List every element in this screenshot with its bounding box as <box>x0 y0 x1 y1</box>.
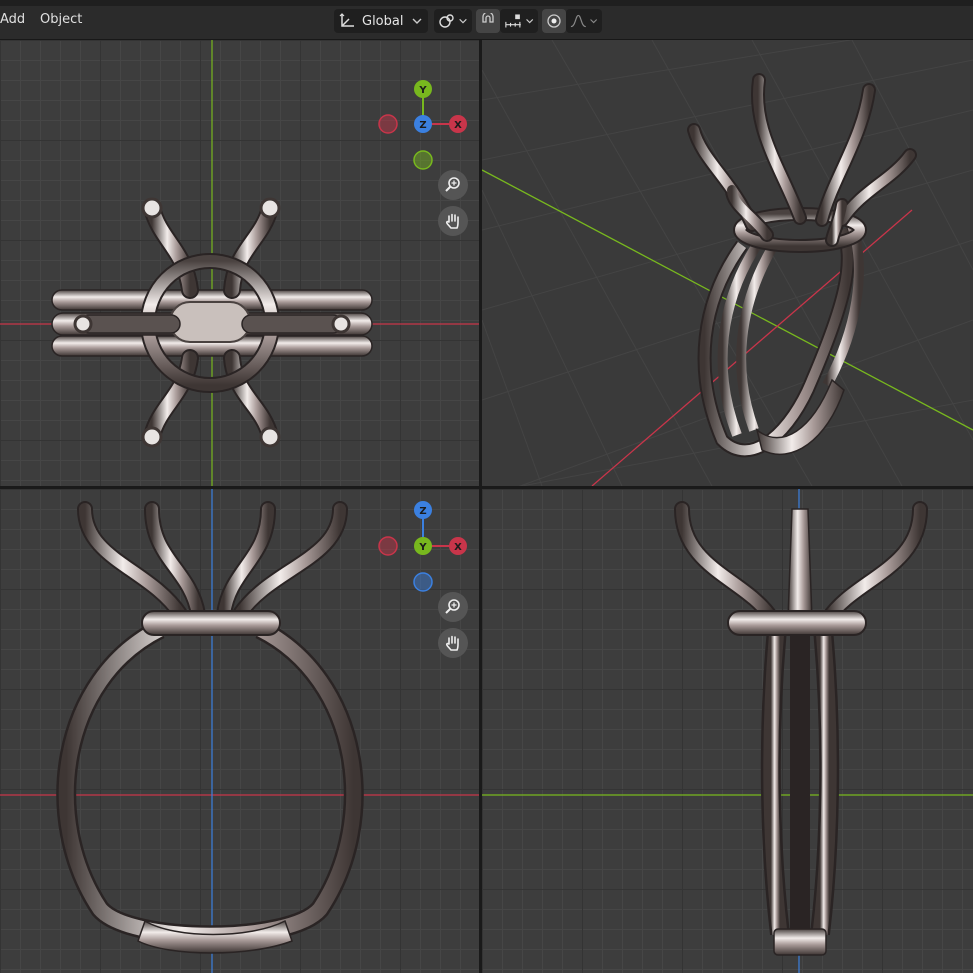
gizmo-label-center: Y <box>418 542 427 553</box>
ring-side-view <box>482 489 973 973</box>
gizmo-label-up: Y <box>418 85 427 96</box>
pan-button[interactable] <box>438 628 468 658</box>
viewport-divider-horizontal[interactable] <box>0 486 973 489</box>
navigation-gizmo[interactable]: Z X Y <box>0 489 479 973</box>
gizmo-label-right: X <box>454 542 462 553</box>
gizmo-neg-x-axis <box>378 536 398 556</box>
hand-icon <box>445 635 459 651</box>
gizmo-label-right: X <box>454 120 462 131</box>
snap-increment-icon <box>505 14 521 28</box>
prong <box>676 503 778 625</box>
chevron-down-icon <box>525 19 533 24</box>
prong <box>822 503 926 625</box>
falloff-dropdown[interactable] <box>566 9 602 33</box>
menu-object[interactable]: Object <box>40 12 82 27</box>
prong <box>837 150 915 225</box>
prong <box>787 508 813 620</box>
viewport-side[interactable] <box>482 489 973 973</box>
zoom-button[interactable] <box>438 592 468 622</box>
chevron-down-icon <box>589 19 597 24</box>
transform-orientation-icon <box>339 13 354 27</box>
snap-toggle[interactable] <box>476 9 500 33</box>
header-top-strip <box>0 0 973 6</box>
navigation-gizmo[interactable]: Y X Z <box>0 40 479 486</box>
snap-increment-dropdown[interactable] <box>500 9 538 33</box>
proportional-editing-icon <box>547 14 561 28</box>
pivot-point-dropdown[interactable] <box>434 9 472 33</box>
gizmo-neg-y-axis <box>413 150 433 170</box>
chevron-down-icon <box>412 18 422 24</box>
viewport-header: Add Object Global <box>0 0 973 40</box>
zoom-icon <box>445 177 460 192</box>
gizmo-label-center: Z <box>419 120 426 131</box>
hand-icon <box>445 213 459 229</box>
snap-magnet-icon <box>482 13 494 23</box>
falloff-curve-icon <box>570 14 586 28</box>
zoom-button[interactable] <box>438 170 468 200</box>
transform-orientation-dropdown[interactable]: Global <box>334 9 428 33</box>
gizmo-label-up: Z <box>419 506 426 517</box>
gallery-ring <box>727 610 867 636</box>
viewport-top[interactable]: Y X Z <box>0 40 479 486</box>
pan-button[interactable] <box>438 206 468 236</box>
gizmo-neg-z-axis <box>413 572 433 592</box>
ring-perspective-view <box>482 40 973 486</box>
proportional-editing-toggle[interactable] <box>542 9 566 33</box>
viewport-front[interactable]: Z X Y <box>0 489 479 973</box>
viewport-perspective[interactable] <box>482 40 973 486</box>
chevron-down-icon <box>459 18 467 24</box>
pivot-point-icon <box>439 14 454 28</box>
gizmo-neg-x-axis <box>378 114 398 134</box>
shank-bottom-plate <box>773 928 827 956</box>
zoom-icon <box>445 599 460 614</box>
viewport-divider-vertical[interactable] <box>479 40 482 973</box>
orientation-label: Global <box>362 13 404 29</box>
menu-add[interactable]: Add <box>0 12 25 27</box>
